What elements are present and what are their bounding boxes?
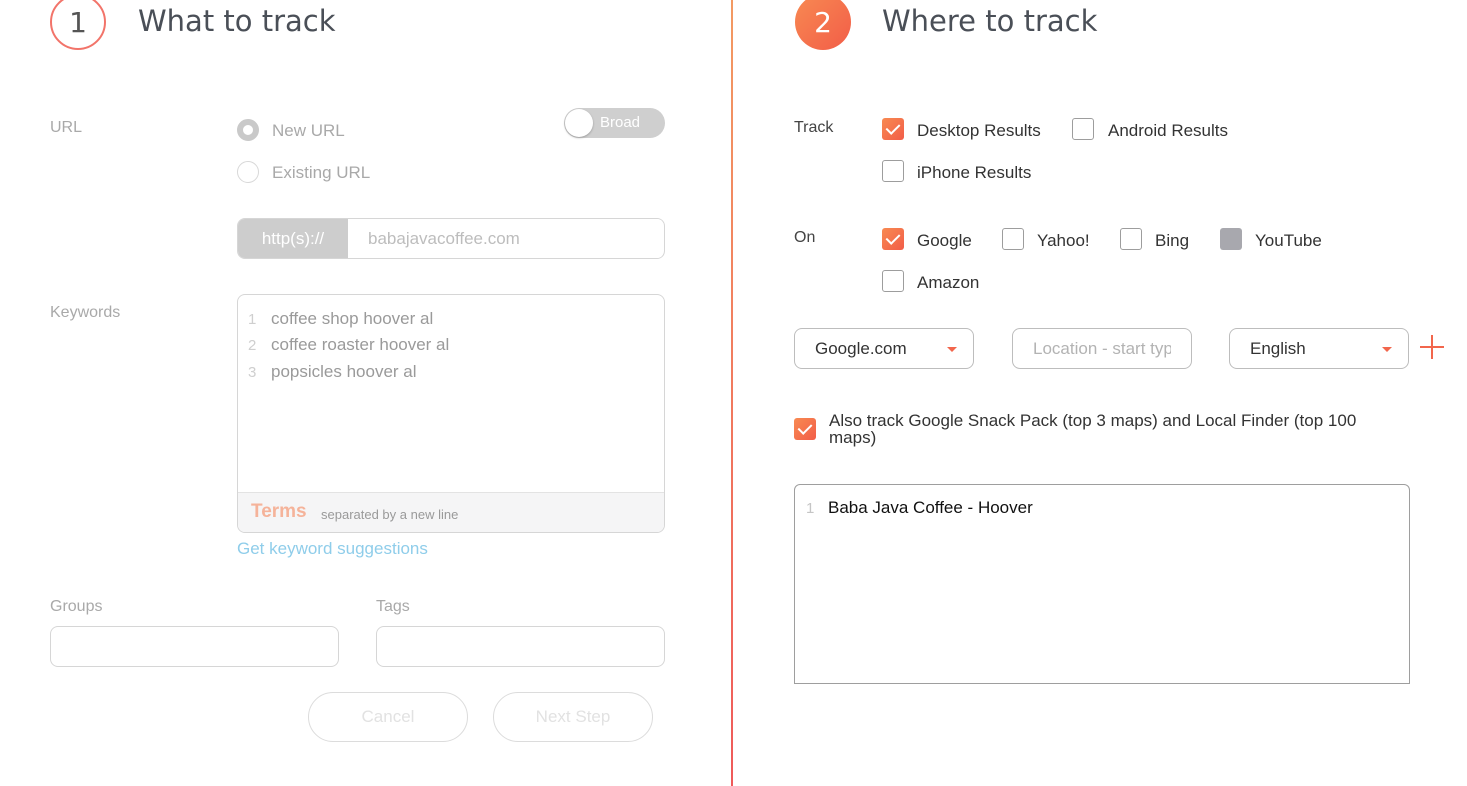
locations-editor[interactable]: 1 Baba Java Coffee - Hoover bbox=[794, 484, 1410, 684]
keywords-label: Keywords bbox=[50, 304, 121, 321]
checkbox-amazon[interactable] bbox=[882, 270, 904, 292]
url-field[interactable]: http(s):// bbox=[237, 218, 665, 259]
add-location-plus-icon[interactable] bbox=[1420, 335, 1444, 359]
location-input[interactable] bbox=[1012, 328, 1192, 369]
keywords-footer: Terms separated by a new line bbox=[238, 492, 664, 532]
location-line[interactable]: 1 Baba Java Coffee - Hoover bbox=[806, 498, 1033, 518]
youtube-label[interactable]: YouTube bbox=[1255, 231, 1322, 251]
snack-pack-label[interactable]: Also track Google Snack Pack (top 3 maps… bbox=[829, 412, 1389, 446]
checkbox-snack-pack[interactable] bbox=[794, 418, 816, 440]
keyword-line[interactable]: 3 popsicles hoover al bbox=[248, 362, 417, 382]
track-label: Track bbox=[794, 119, 834, 136]
checkbox-youtube[interactable] bbox=[1220, 228, 1242, 250]
on-label: On bbox=[794, 229, 816, 246]
url-prefix: http(s):// bbox=[238, 219, 348, 258]
language-value: English bbox=[1250, 339, 1306, 358]
toggle-label: Broad bbox=[600, 114, 641, 131]
caret-down-icon bbox=[947, 347, 957, 352]
step-1-title: What to track bbox=[138, 4, 336, 38]
amazon-label[interactable]: Amazon bbox=[917, 273, 979, 293]
checkbox-android-results[interactable] bbox=[1072, 118, 1094, 140]
step-2-title: Where to track bbox=[882, 4, 1098, 38]
keyword-suggestions-link[interactable]: Get keyword suggestions bbox=[237, 539, 428, 559]
checkbox-iphone-results[interactable] bbox=[882, 160, 904, 182]
keywords-editor[interactable]: 1 coffee shop hoover al 2 coffee roaster h… bbox=[237, 294, 665, 533]
tags-input[interactable] bbox=[376, 626, 665, 667]
cancel-button[interactable]: Cancel bbox=[308, 692, 468, 742]
android-results-label[interactable]: Android Results bbox=[1108, 121, 1228, 141]
google-label[interactable]: Google bbox=[917, 231, 972, 251]
step-1-badge: 1 bbox=[50, 0, 106, 50]
desktop-results-label[interactable]: Desktop Results bbox=[917, 121, 1041, 141]
panel-divider bbox=[731, 0, 733, 786]
radio-existing-url[interactable] bbox=[237, 161, 259, 183]
iphone-results-label[interactable]: iPhone Results bbox=[917, 163, 1031, 183]
checkbox-desktop-results[interactable] bbox=[882, 118, 904, 140]
language-select[interactable]: English bbox=[1229, 328, 1409, 369]
radio-new-url[interactable] bbox=[237, 119, 259, 141]
keyword-line[interactable]: 2 coffee roaster hoover al bbox=[248, 335, 449, 355]
broad-toggle[interactable]: Broad bbox=[564, 108, 665, 138]
terms-hint: separated by a new line bbox=[321, 507, 459, 522]
url-input[interactable] bbox=[348, 219, 662, 258]
radio-new-url-label[interactable]: New URL bbox=[272, 121, 345, 141]
groups-label: Groups bbox=[50, 598, 103, 615]
toggle-knob[interactable] bbox=[565, 109, 593, 137]
groups-input[interactable] bbox=[50, 626, 339, 667]
step-2-badge: 2 bbox=[795, 0, 851, 50]
checkbox-yahoo[interactable] bbox=[1002, 228, 1024, 250]
search-engine-select[interactable]: Google.com bbox=[794, 328, 974, 369]
url-label: URL bbox=[50, 119, 83, 136]
yahoo-label[interactable]: Yahoo! bbox=[1037, 231, 1090, 251]
caret-down-icon bbox=[1382, 347, 1392, 352]
terms-label: Terms bbox=[251, 501, 307, 522]
radio-existing-url-label[interactable]: Existing URL bbox=[272, 163, 370, 183]
next-step-button[interactable]: Next Step bbox=[493, 692, 653, 742]
tags-label: Tags bbox=[376, 598, 410, 615]
keyword-line[interactable]: 1 coffee shop hoover al bbox=[248, 309, 433, 329]
checkbox-google[interactable] bbox=[882, 228, 904, 250]
bing-label[interactable]: Bing bbox=[1155, 231, 1189, 251]
search-engine-value: Google.com bbox=[815, 339, 907, 358]
checkbox-bing[interactable] bbox=[1120, 228, 1142, 250]
